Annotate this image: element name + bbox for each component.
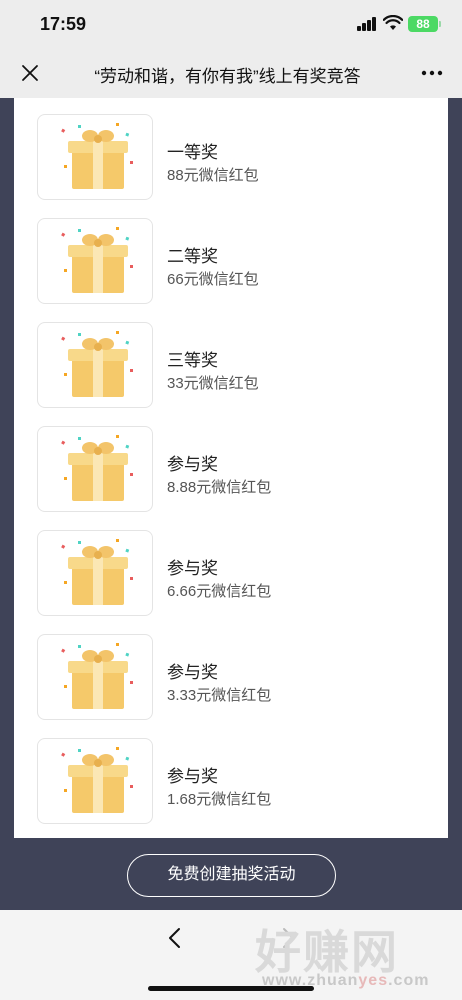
- prize-item: 参与奖 6.66元微信红包: [14, 530, 448, 618]
- prize-desc: 6.66元微信红包: [167, 583, 272, 600]
- prize-name: 参与奖: [167, 559, 218, 578]
- prize-thumbnail: [37, 634, 153, 720]
- prize-thumbnail: [37, 530, 153, 616]
- home-indicator: [148, 986, 314, 991]
- prize-thumbnail: [37, 114, 153, 200]
- signal-icon: [357, 17, 377, 31]
- prize-item: 二等奖 66元微信红包: [14, 218, 448, 306]
- battery-indicator: 88: [408, 16, 441, 32]
- status-time: 17:59: [40, 14, 87, 34]
- prize-name: 参与奖: [167, 767, 218, 786]
- gift-box-icon: [61, 747, 133, 813]
- prize-desc: 8.88元微信红包: [167, 479, 272, 496]
- prize-thumbnail: [37, 738, 153, 824]
- gift-box-icon: [61, 123, 133, 189]
- watermark-url-highlight: yes: [358, 972, 389, 989]
- prize-list: 一等奖 88元微信红包 二等奖 66元微信红包 三等奖 33元微信红包 参与奖 …: [14, 98, 448, 838]
- wifi-icon: [382, 14, 404, 31]
- prize-name: 一等奖: [167, 143, 218, 162]
- status-bar: 17:59 88: [0, 0, 462, 48]
- prize-desc: 66元微信红包: [167, 271, 259, 288]
- prize-thumbnail: [37, 322, 153, 408]
- prize-item: 参与奖 1.68元微信红包: [14, 738, 448, 826]
- back-icon[interactable]: [165, 926, 185, 950]
- gift-box-icon: [61, 331, 133, 397]
- watermark-url-suffix: .com: [388, 972, 430, 989]
- prize-name: 参与奖: [167, 455, 218, 474]
- prize-item: 三等奖 33元微信红包: [14, 322, 448, 410]
- prize-desc: 3.33元微信红包: [167, 687, 272, 704]
- bottom-toolbar: 好赚网 www.zhuanyes.com: [0, 910, 462, 1000]
- gift-box-icon: [61, 539, 133, 605]
- gift-box-icon: [61, 227, 133, 293]
- page-title: “劳动和谐，有你有我”线上有奖竞答: [94, 67, 361, 86]
- create-lottery-button[interactable]: 免费创建抽奖活动: [127, 854, 336, 897]
- close-icon[interactable]: [18, 61, 42, 85]
- gift-box-icon: [61, 643, 133, 709]
- prize-item: 参与奖 3.33元微信红包: [14, 634, 448, 722]
- prize-desc: 1.68元微信红包: [167, 791, 272, 808]
- prize-item: 一等奖 88元微信红包: [14, 114, 448, 202]
- prize-thumbnail: [37, 218, 153, 304]
- prize-name: 参与奖: [167, 663, 218, 682]
- gift-box-icon: [61, 435, 133, 501]
- more-icon[interactable]: [418, 61, 446, 85]
- prize-name: 二等奖: [167, 247, 218, 266]
- prize-name: 三等奖: [167, 351, 218, 370]
- prize-desc: 88元微信红包: [167, 167, 259, 184]
- prize-desc: 33元微信红包: [167, 375, 259, 392]
- nav-bar: “劳动和谐，有你有我”线上有奖竞答: [0, 48, 462, 98]
- prize-item: 参与奖 8.88元微信红包: [14, 426, 448, 514]
- prize-thumbnail: [37, 426, 153, 512]
